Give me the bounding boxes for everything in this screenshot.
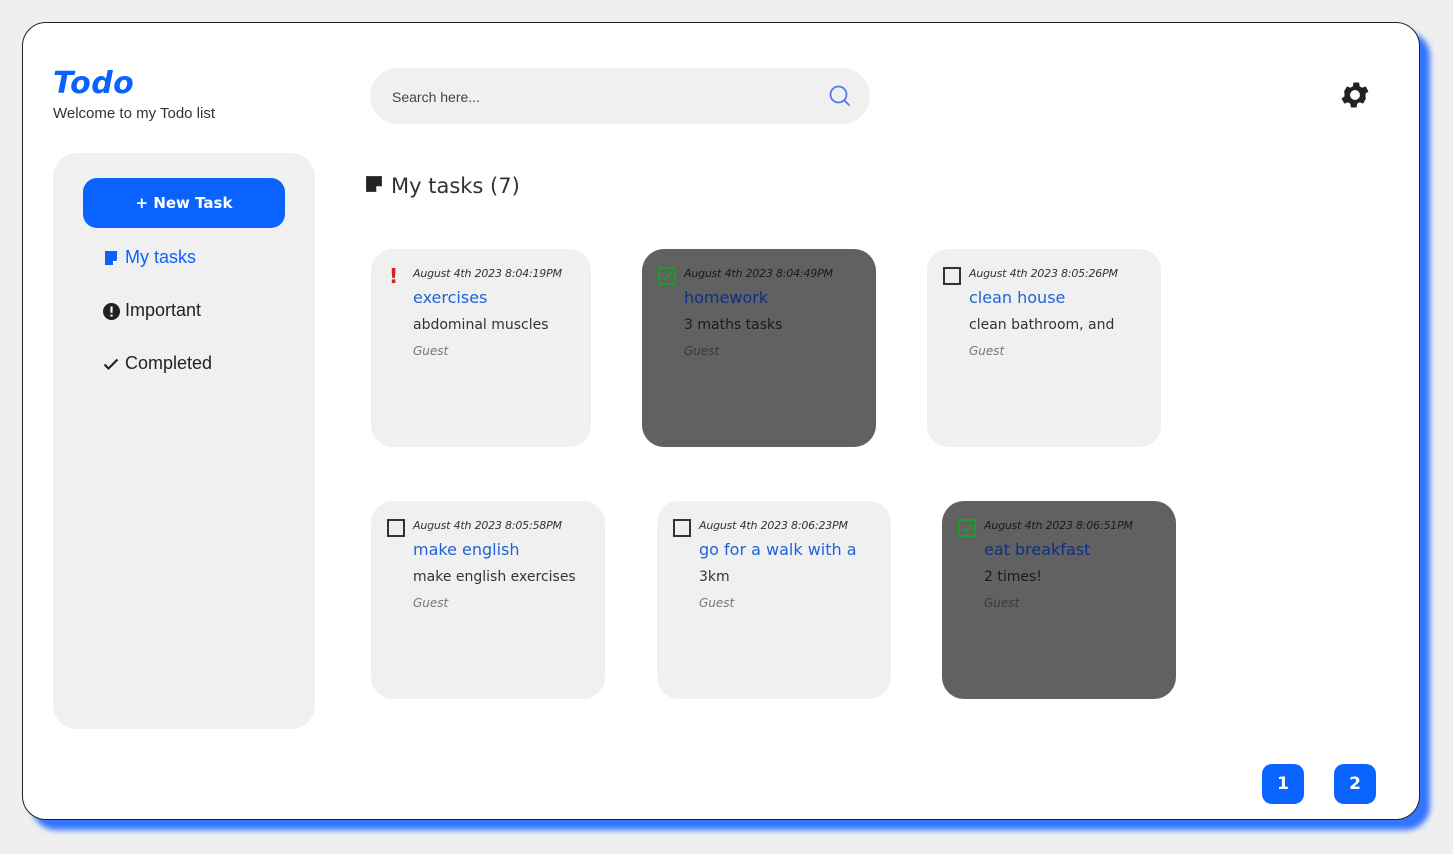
sidebar-item-label: Important (125, 300, 202, 320)
search-bar (370, 68, 870, 126)
task-title[interactable]: homework (684, 288, 876, 307)
task-description: abdominal muscles (413, 317, 549, 333)
app-subtitle: Welcome to my Todo list (53, 105, 216, 122)
task-title[interactable]: go for a walk with a (699, 540, 891, 559)
section-header: My tasks (7) (365, 174, 520, 198)
checkbox-icon[interactable] (387, 519, 405, 542)
search-input[interactable] (390, 68, 814, 126)
checkbox-icon[interactable] (673, 519, 691, 542)
search-icon[interactable] (828, 84, 852, 113)
settings-gear-icon[interactable] (1338, 78, 1372, 117)
sidebar-item-label: My tasks (125, 247, 197, 267)
task-card[interactable]: August 4th 2023 8:05:26PM clean house cl… (927, 249, 1161, 447)
task-title[interactable]: eat breakfast (984, 540, 1176, 559)
note-icon (365, 174, 383, 198)
checkbox-icon[interactable] (943, 267, 961, 290)
task-description: clean bathroom, and (969, 317, 1115, 333)
sidebar-item-label: Completed (125, 353, 213, 373)
sidebar-item-completed[interactable]: Completed (103, 353, 212, 374)
task-owner: Guest (699, 596, 735, 610)
task-owner: Guest (413, 596, 449, 610)
task-card[interactable]: August 4th 2023 8:06:51PM eat breakfast … (942, 501, 1176, 699)
task-date: August 4th 2023 8:04:19PM (413, 267, 562, 280)
page-2-button[interactable]: 2 (1334, 764, 1376, 804)
page-title: My tasks (7) (391, 174, 520, 198)
task-card[interactable]: August 4th 2023 8:06:23PM go for a walk … (657, 501, 891, 699)
task-owner: Guest (684, 344, 720, 358)
task-date: August 4th 2023 8:04:49PM (684, 267, 833, 280)
check-icon (103, 356, 119, 372)
task-date: August 4th 2023 8:05:58PM (413, 519, 562, 532)
checked-checkbox-icon[interactable] (958, 519, 976, 542)
task-description: make english exercises (413, 569, 576, 585)
task-owner: Guest (984, 596, 1020, 610)
page-1-button[interactable]: 1 (1262, 764, 1304, 804)
task-date: August 4th 2023 8:06:51PM (984, 519, 1133, 532)
task-title[interactable]: make english (413, 540, 605, 559)
task-owner: Guest (413, 344, 449, 358)
sidebar-item-my-tasks[interactable]: My tasks (103, 247, 196, 268)
task-date: August 4th 2023 8:05:26PM (969, 267, 1118, 280)
task-card[interactable]: August 4th 2023 8:04:49PM homework 3 mat… (642, 249, 876, 447)
checked-checkbox-icon[interactable] (658, 267, 676, 290)
task-description: 3km (699, 569, 730, 585)
task-owner: Guest (969, 344, 1005, 358)
app-logo: Todo (53, 66, 135, 101)
brand: Todo Welcome to my Todo list (53, 66, 216, 123)
important-icon[interactable]: ! (389, 264, 398, 288)
sidebar-item-important[interactable]: Important (103, 300, 201, 321)
task-title[interactable]: clean house (969, 288, 1161, 307)
task-card[interactable]: August 4th 2023 8:05:58PM make english m… (371, 501, 605, 699)
note-icon (103, 250, 119, 266)
exclamation-circle-icon (103, 302, 120, 320)
new-task-button[interactable]: + New Task (83, 178, 285, 228)
task-title[interactable]: exercises (413, 288, 591, 307)
task-card[interactable]: ! August 4th 2023 8:04:19PM exercises ab… (371, 249, 591, 447)
sidebar: + New Task My tasks Important Completed (53, 153, 315, 729)
task-description: 3 maths tasks (684, 317, 783, 333)
task-date: August 4th 2023 8:06:23PM (699, 519, 848, 532)
app-window: Todo Welcome to my Todo list + New Task … (22, 22, 1420, 820)
task-description: 2 times! (984, 569, 1042, 585)
